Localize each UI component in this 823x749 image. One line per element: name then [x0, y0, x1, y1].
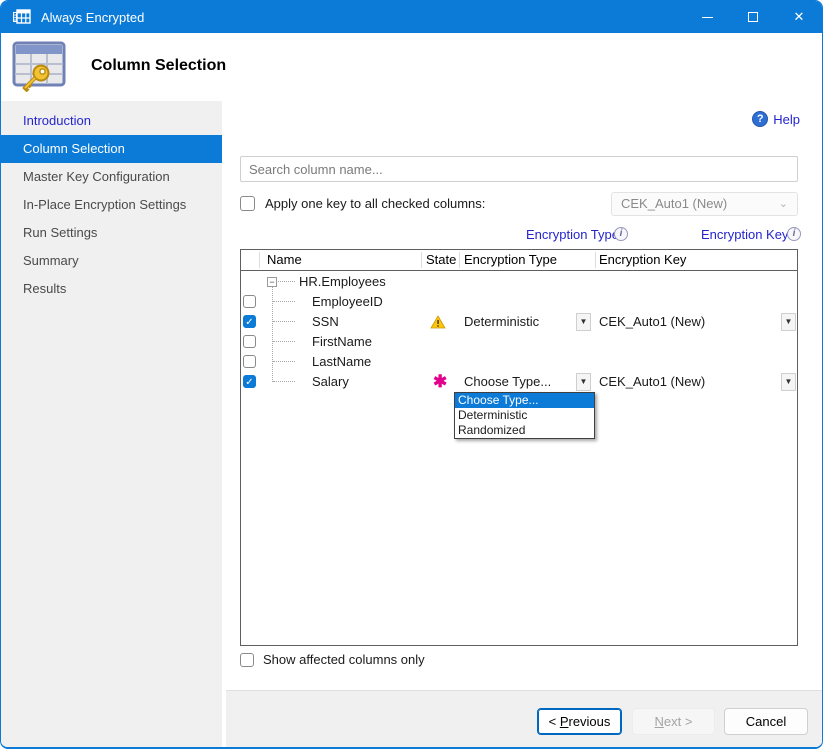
header-encryption-key: Encryption Key [599, 250, 686, 270]
column-separator[interactable] [459, 252, 460, 268]
maximize-icon [748, 12, 758, 22]
group-label: HR.Employees [299, 272, 386, 292]
column-name: Salary [312, 372, 349, 392]
wizard-header: Column Selection [1, 33, 822, 101]
titlebar: Always Encrypted ✕ [1, 1, 822, 33]
column-name: FirstName [312, 332, 372, 352]
row-checkbox[interactable] [243, 315, 256, 328]
encryption-type-dropdown-button[interactable]: ▼ [576, 313, 591, 331]
minimize-icon [702, 17, 713, 18]
table-key-icon [11, 40, 69, 92]
always-encrypted-wizard-window: Always Encrypted ✕ Column Selection Intr [0, 0, 823, 749]
sidebar-item-column-selection[interactable]: Column Selection [1, 135, 222, 163]
row-checkbox[interactable] [243, 355, 256, 368]
table-header-row: Name State Encryption Type Encryption Ke… [241, 250, 797, 271]
app-icon [13, 9, 31, 25]
row-checkbox[interactable] [243, 295, 256, 308]
show-affected-checkbox[interactable] [240, 653, 254, 667]
sidebar-item-introduction[interactable]: Introduction [1, 107, 222, 135]
close-icon: ✕ [794, 9, 805, 25]
header-encryption-type: Encryption Type [464, 250, 557, 270]
option-randomized[interactable]: Randomized [455, 423, 594, 438]
row-checkbox[interactable] [243, 335, 256, 348]
encryption-key-value: CEK_Auto1 (New) [599, 312, 705, 332]
sidebar-item-run-settings[interactable]: Run Settings [1, 219, 222, 247]
next-accel: N [655, 714, 664, 729]
row-checkbox[interactable] [243, 375, 256, 388]
table-row: EmployeeID [241, 292, 797, 312]
window-title: Always Encrypted [41, 10, 144, 25]
table-row: LastName [241, 352, 797, 372]
maximize-button[interactable] [730, 1, 776, 33]
required-icon: ✱ [433, 372, 447, 392]
table-row: FirstName [241, 332, 797, 352]
chevron-down-icon: ⌄ [779, 193, 788, 215]
previous-label-rest: revious [568, 714, 610, 729]
table-row: Salary ✱ Choose Type... ▼ CEK_Auto1 (New… [241, 372, 797, 392]
previous-label: < [549, 714, 560, 729]
cek-combobox-value: CEK_Auto1 (New) [621, 196, 727, 211]
encryption-type-info-icon[interactable]: i [614, 227, 628, 241]
option-choose-type[interactable]: Choose Type... [455, 393, 594, 408]
footer: < Previous Next > Cancel [226, 690, 822, 747]
column-separator[interactable] [595, 252, 596, 268]
sidebar: Introduction Column Selection Master Key… [1, 101, 224, 747]
show-affected-label: Show affected columns only [263, 652, 425, 667]
sidebar-item-results[interactable]: Results [1, 275, 222, 303]
table-group-row: − HR.Employees [241, 272, 797, 292]
next-label-rest: ext > [664, 714, 693, 729]
encryption-type-value: Deterministic [464, 312, 539, 332]
page-title: Column Selection [91, 57, 226, 75]
encryption-key-dropdown-button[interactable]: ▼ [781, 313, 796, 331]
next-button[interactable]: Next > [632, 708, 715, 735]
header-name: Name [267, 250, 302, 270]
help-label: Help [773, 112, 800, 127]
encryption-type-value: Choose Type... [464, 372, 551, 392]
help-link[interactable]: ? Help [752, 111, 800, 127]
header-state: State [426, 250, 456, 270]
column-separator[interactable] [421, 252, 422, 268]
sidebar-item-master-key-configuration[interactable]: Master Key Configuration [1, 163, 222, 191]
column-name: LastName [312, 352, 371, 372]
apply-key-label: Apply one key to all checked columns: [265, 196, 485, 211]
search-input[interactable] [240, 156, 798, 182]
table-row: SSN Deterministic ▼ CEK_Auto1 (New) ▼ [241, 312, 797, 332]
column-name: SSN [312, 312, 339, 332]
columns-table: Name State Encryption Type Encryption Ke… [240, 249, 798, 646]
apply-key-checkbox[interactable] [240, 196, 255, 211]
tree-collapse-icon[interactable]: − [267, 277, 277, 287]
minimize-button[interactable] [684, 1, 730, 33]
column-name: EmployeeID [312, 292, 383, 312]
option-deterministic[interactable]: Deterministic [455, 408, 594, 423]
help-icon: ? [752, 111, 768, 127]
encryption-type-options-popup: Choose Type... Deterministic Randomized [454, 392, 595, 439]
encryption-type-dropdown-button[interactable]: ▼ [576, 373, 591, 391]
warning-icon [430, 315, 446, 329]
close-button[interactable]: ✕ [776, 1, 822, 33]
cancel-button[interactable]: Cancel [724, 708, 808, 735]
column-separator[interactable] [259, 252, 260, 268]
encryption-key-link[interactable]: Encryption Key [701, 227, 788, 242]
sidebar-item-in-place-encryption-settings[interactable]: In-Place Encryption Settings [1, 191, 222, 219]
main-panel: ? Help Apply one key to all checked colu… [226, 101, 822, 747]
sidebar-item-summary[interactable]: Summary [1, 247, 222, 275]
previous-button[interactable]: < Previous [537, 708, 622, 735]
encryption-key-info-icon[interactable]: i [787, 227, 801, 241]
encryption-key-dropdown-button[interactable]: ▼ [781, 373, 796, 391]
cek-combobox[interactable]: CEK_Auto1 (New) ⌄ [611, 192, 798, 216]
encryption-type-link[interactable]: Encryption Type [526, 227, 619, 242]
encryption-key-value: CEK_Auto1 (New) [599, 372, 705, 392]
